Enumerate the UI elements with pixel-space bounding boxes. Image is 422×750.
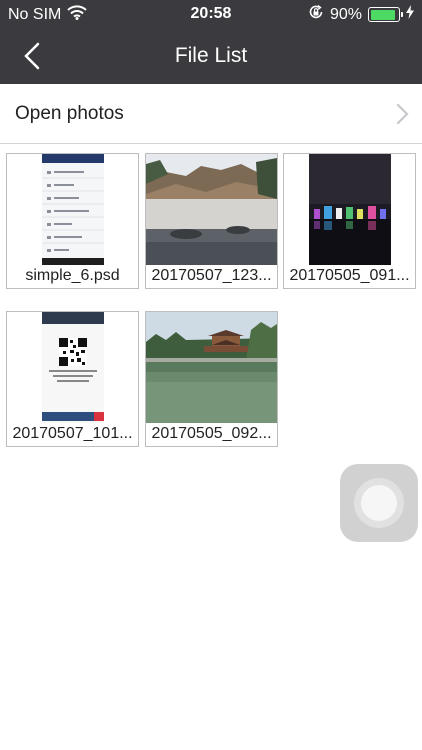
file-tile[interactable]: 20170507_101... <box>6 311 139 447</box>
battery-level <box>370 9 395 20</box>
file-name: 20170505_092... <box>151 425 272 442</box>
open-photos-row[interactable]: Open photos <box>0 84 422 144</box>
open-photos-label: Open photos <box>15 103 124 124</box>
battery-percent: 90% <box>329 5 362 23</box>
nav-bar: File List <box>0 28 422 84</box>
file-thumbnail <box>284 154 415 265</box>
assistive-touch-dot <box>361 485 397 521</box>
charging-bolt-icon <box>406 5 414 24</box>
file-name: 20170507_101... <box>12 425 133 442</box>
file-thumbnail <box>146 154 277 265</box>
file-name: simple_6.psd <box>25 267 120 284</box>
file-name: 20170505_091... <box>289 267 410 284</box>
file-thumbnail <box>7 154 138 265</box>
battery-icon <box>368 7 403 22</box>
file-tile[interactable]: simple_6.psd <box>6 153 139 289</box>
top-bar: No SIM 20:58 90% File List <box>0 0 422 84</box>
file-name: 20170507_123... <box>151 267 272 284</box>
file-tile[interactable]: 20170507_123... <box>145 153 278 289</box>
chevron-right-icon <box>396 103 409 125</box>
status-bar: No SIM 20:58 90% <box>0 0 422 28</box>
page-title: File List <box>174 44 248 67</box>
status-right: 90% <box>308 4 414 25</box>
file-thumbnail <box>146 312 277 423</box>
file-thumbnail <box>7 312 138 423</box>
assistive-touch-button[interactable] <box>340 464 418 542</box>
orientation-lock-icon <box>308 4 324 25</box>
file-tile[interactable]: 20170505_092... <box>145 311 278 447</box>
file-tile[interactable]: 20170505_091... <box>283 153 416 289</box>
